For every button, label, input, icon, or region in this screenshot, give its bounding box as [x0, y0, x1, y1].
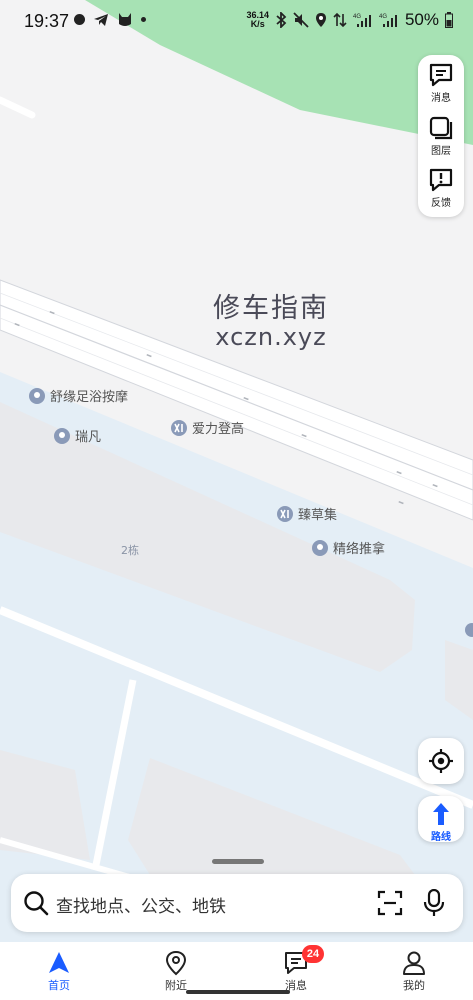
search-bar[interactable]: 查找地点、公交、地铁 — [11, 874, 463, 932]
brand-xi-icon — [171, 419, 187, 436]
messages-label: 消息 — [431, 93, 451, 104]
nav-profile[interactable]: 我的 — [374, 942, 454, 1000]
notification-icons — [74, 12, 146, 27]
location-pin-icon — [312, 539, 328, 556]
poi-marker[interactable]: 臻草集 — [276, 504, 337, 523]
status-right: 36.14 K/s 4G 4G 50% — [246, 10, 453, 30]
microphone-icon[interactable] — [423, 889, 445, 917]
brand-xi-icon — [277, 505, 293, 522]
more-dot-icon — [141, 17, 146, 22]
nav-home-label: 首页 — [48, 979, 70, 992]
feedback-label: 反馈 — [431, 198, 451, 209]
unread-badge: 24 — [302, 945, 324, 963]
poi-label: 舒缘足浴按摩 — [50, 390, 129, 405]
signal-4g-icon: 4G — [379, 14, 397, 27]
building-label: 2栋 — [121, 544, 139, 557]
poi-marker[interactable]: 瑞凡 — [53, 426, 101, 445]
messages-button[interactable]: 消息 — [418, 57, 464, 109]
feedback-button[interactable]: 反馈 — [418, 162, 464, 214]
drag-handle[interactable] — [212, 859, 264, 864]
poi-marker[interactable]: 精络推拿 — [311, 538, 385, 557]
layers-button[interactable]: 图层 — [418, 110, 464, 162]
route-arrow-icon — [433, 803, 449, 825]
status-time: 19:37 — [24, 11, 70, 31]
telegram-icon — [94, 13, 108, 26]
poi-label: 臻草集 — [298, 508, 338, 523]
search-input[interactable]: 查找地点、公交、地铁 — [56, 892, 226, 917]
poi-marker[interactable]: 舒缘足浴按摩 — [28, 386, 128, 405]
poi-label: 精络推拿 — [333, 542, 386, 557]
net-speed-unit: K/s — [250, 19, 265, 29]
location-pin-icon — [29, 387, 45, 404]
home-indicator[interactable] — [186, 990, 290, 994]
svg-text:4G: 4G — [353, 14, 361, 20]
navigation-arrow-icon — [49, 952, 69, 973]
signal-4g-icon: 4G — [353, 14, 371, 27]
data-transfer-icon — [333, 12, 347, 28]
route-button[interactable]: 路线 — [418, 796, 464, 843]
layers-icon — [429, 116, 453, 140]
location-icon — [315, 13, 326, 27]
poi-marker[interactable]: 爱力登高 — [170, 418, 244, 437]
scan-icon[interactable] — [377, 890, 403, 916]
message-icon — [429, 63, 453, 87]
svg-text:4G: 4G — [379, 14, 387, 20]
battery-percent: 50% — [404, 10, 439, 29]
poi-label: 爱力登高 — [192, 422, 245, 437]
bluetooth-icon — [276, 12, 287, 28]
nav-profile-label: 我的 — [403, 979, 425, 992]
map-canvas[interactable] — [0, 0, 473, 1000]
search-icon — [24, 891, 49, 916]
person-icon — [403, 951, 425, 975]
nav-home[interactable]: 首页 — [19, 942, 99, 1000]
status-bar: 19:37 36.14 K/s 4G 4G 50% — [0, 0, 473, 44]
net-speed: 36.14 K/s — [246, 11, 269, 29]
location-pin-icon — [165, 950, 187, 976]
watermark-url: xczn.xyz — [215, 323, 327, 351]
watermark: 修车指南 xczn.xyz — [196, 286, 346, 351]
cat-icon — [119, 13, 131, 26]
poi-label: 瑞凡 — [75, 430, 102, 445]
feedback-icon — [429, 168, 453, 192]
record-dot-icon — [74, 14, 85, 25]
crosshair-icon — [429, 749, 453, 773]
locate-me-button[interactable] — [418, 738, 464, 784]
route-label: 路线 — [431, 832, 451, 843]
watermark-title: 修车指南 — [213, 293, 329, 324]
layers-label: 图层 — [431, 146, 451, 157]
map-side-toolbar: 消息 图层 反馈 — [418, 55, 464, 217]
battery-icon — [445, 12, 453, 28]
location-pin-icon — [54, 427, 70, 444]
mute-icon — [293, 12, 309, 28]
